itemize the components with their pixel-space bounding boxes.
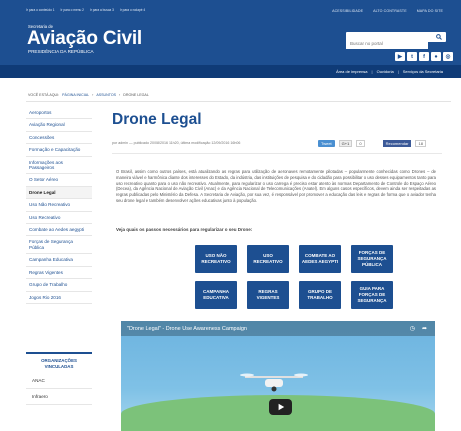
- video-title[interactable]: "Drone Legal" - Drone Use Awareness Camp…: [127, 326, 247, 332]
- services-link[interactable]: Serviços da Secretaria: [403, 69, 443, 74]
- twitter-icon[interactable]: t: [407, 52, 417, 61]
- share-buttons: Tweet G+1 0 Recomendar 18: [318, 140, 426, 147]
- skip-link-content[interactable]: Ir para o conteúdo 1: [26, 8, 55, 12]
- sidebar-item-concessions[interactable]: Concessões: [26, 132, 92, 145]
- youtube-icon[interactable]: ▶: [395, 52, 405, 61]
- play-button[interactable]: [269, 399, 292, 415]
- video-player[interactable]: "Drone Legal" - Drone Use Awareness Camp…: [121, 321, 435, 431]
- social-links: ▶ t f ● ◎: [395, 52, 453, 61]
- facebook-icon[interactable]: f: [419, 52, 429, 61]
- sidebar-item-working-group[interactable]: Grupo de Trabalho: [26, 279, 92, 292]
- org-item-infraero[interactable]: Infraero: [26, 389, 92, 406]
- intro-paragraph: O Brasil, assim como outros países, está…: [116, 169, 436, 203]
- sidebar-item-regional-aviation[interactable]: Aviação Regional: [26, 119, 92, 132]
- watch-later-icon[interactable]: ◷: [410, 325, 415, 332]
- sidebar: Aeroportos Aviação Regional Concessões F…: [26, 107, 92, 406]
- breadcrumb-home[interactable]: PÁGINA INICIAL: [62, 93, 89, 97]
- steps-heading: Veja quais os passos necessários para re…: [116, 227, 253, 232]
- search-icon[interactable]: [432, 32, 446, 42]
- skip-link-footer[interactable]: Ir para o rodapé 4: [120, 8, 145, 12]
- play-icon: [278, 403, 284, 411]
- separator: |: [371, 69, 373, 74]
- gplus-button[interactable]: G+1: [338, 140, 353, 147]
- sidebar-item-rio-2016[interactable]: Jogos Rio 2016: [26, 292, 92, 304]
- divider: [26, 101, 451, 102]
- page-title: Drone Legal: [112, 111, 202, 128]
- accessibility-link[interactable]: ACESSIBILIDADE: [332, 9, 363, 13]
- document-byline: por admin — publicado 20/08/2016 11h20, …: [112, 141, 241, 145]
- utility-links: ACESSIBILIDADE ALTO CONTRASTE MAPA DO SI…: [332, 9, 443, 13]
- gplus-count: 0: [356, 140, 365, 147]
- tile-working-group[interactable]: GRUPO DE TRABALHO: [299, 281, 341, 309]
- skip-link-search[interactable]: Ir para a busca 3: [90, 8, 114, 12]
- tile-recreational[interactable]: USO RECREATIVO: [247, 245, 289, 273]
- sitemap-link[interactable]: MAPA DO SITE: [417, 9, 443, 13]
- search-input[interactable]: [346, 38, 428, 49]
- divider: [112, 153, 442, 154]
- sidebar-item-rules[interactable]: Regras Vigentes: [26, 267, 92, 280]
- linked-orgs-heading: ORGANIZAÇÕES VINCULADAS: [26, 352, 92, 373]
- ombudsman-link[interactable]: Ouvidoria: [377, 69, 394, 74]
- flickr-icon[interactable]: ●: [431, 52, 441, 61]
- press-area-link[interactable]: Área de imprensa: [336, 69, 368, 74]
- breadcrumb-separator: ›: [119, 93, 121, 97]
- drone-illustration: [240, 373, 308, 392]
- separator: |: [397, 69, 399, 74]
- video-controls: ◷ ➦: [410, 325, 427, 332]
- breadcrumb-separator: ›: [92, 93, 94, 97]
- sidebar-item-security-forces[interactable]: Forças de Segurança Pública: [26, 236, 92, 255]
- sidebar-item-training[interactable]: Formação e Capacitação: [26, 144, 92, 157]
- top-strip: Ir para o conteúdo 1 Ir para o menu 2 Ir…: [0, 0, 461, 22]
- linked-orgs-box: ORGANIZAÇÕES VINCULADAS ANAC Infraero: [26, 352, 92, 406]
- instagram-icon[interactable]: ◎: [443, 52, 453, 61]
- topic-tiles: USO NÃO RECREATIVO USO RECREATIVO COMBAT…: [195, 245, 393, 309]
- sidebar-item-recreational[interactable]: Uso Recreativo: [26, 212, 92, 225]
- tile-security-guide[interactable]: GUIA PARA FORÇAS DE SEGURANÇA: [351, 281, 393, 309]
- sidebar-item-airports[interactable]: Aeroportos: [26, 107, 92, 120]
- sidebar-item-campaign[interactable]: Campanha Educativa: [26, 254, 92, 267]
- search-box: [346, 32, 446, 49]
- high-contrast-link[interactable]: ALTO CONTRASTE: [373, 9, 407, 13]
- breadcrumb-current: DRONE LEGAL: [123, 93, 149, 97]
- tile-security-forces[interactable]: FORÇAS DE SEGURANÇA PÚBLICA: [351, 245, 393, 273]
- site-header: Secretaria de Aviação Civil PRESIDÊNCIA …: [0, 22, 461, 65]
- skip-link-menu[interactable]: Ir para o menu 2: [61, 8, 84, 12]
- facebook-recommend-button[interactable]: Recomendar: [382, 140, 412, 147]
- facebook-count: 18: [415, 140, 426, 147]
- sidebar-item-aedes[interactable]: Combate ao Aedes aegypti: [26, 224, 92, 237]
- tile-campaign[interactable]: CAMPANHA EDUCATIVA: [195, 281, 237, 309]
- skip-links: Ir para o conteúdo 1 Ir para o menu 2 Ir…: [26, 8, 145, 12]
- breadcrumb-topics[interactable]: ASSUNTOS: [96, 93, 116, 97]
- breadcrumb-prefix: VOCÊ ESTÁ AQUI:: [28, 93, 60, 97]
- share-icon[interactable]: ➦: [422, 325, 427, 332]
- sidebar-item-passenger-info[interactable]: Informações aos Passageiros: [26, 157, 92, 175]
- org-item-anac[interactable]: ANAC: [26, 373, 92, 390]
- sidebar-item-drone-legal[interactable]: Drone Legal: [26, 186, 92, 200]
- sidebar-item-air-sector[interactable]: O Setor Aéreo: [26, 174, 92, 187]
- tweet-button[interactable]: Tweet: [318, 140, 335, 147]
- breadcrumb: VOCÊ ESTÁ AQUI: PÁGINA INICIAL › ASSUNTO…: [28, 93, 149, 97]
- presidency-label: PRESIDÊNCIA DA REPÚBLICA: [28, 49, 94, 54]
- tile-non-recreational[interactable]: USO NÃO RECREATIVO: [195, 245, 237, 273]
- site-title[interactable]: Aviação Civil: [27, 28, 142, 50]
- service-bar: Área de imprensa | Ouvidoria | Serviços …: [0, 65, 461, 78]
- tile-rules[interactable]: REGRAS VIGENTES: [247, 281, 289, 309]
- sidebar-item-non-recreational[interactable]: Uso Não Recreativo: [26, 199, 92, 212]
- tile-aedes[interactable]: COMBATE AO AEDES AEGYPTI: [299, 245, 341, 273]
